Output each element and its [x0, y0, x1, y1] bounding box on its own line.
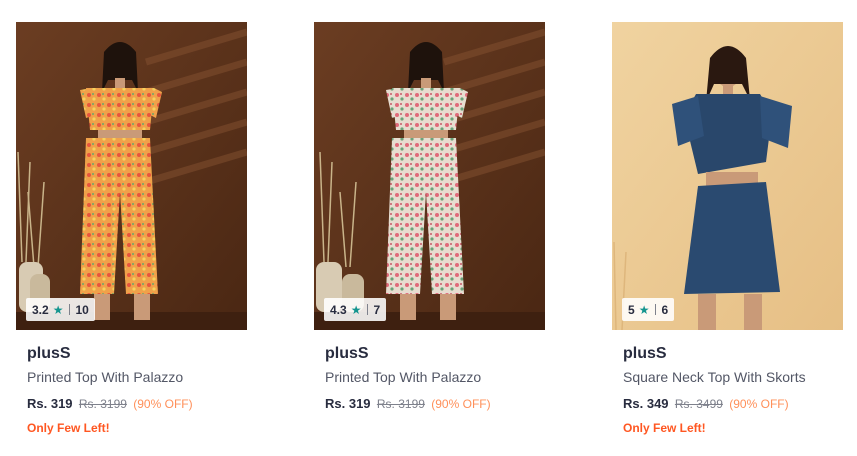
price-current: Rs. 319 — [27, 396, 73, 411]
product-brand[interactable]: plusS — [27, 344, 247, 364]
stock-note: Only Few Left! — [623, 421, 706, 435]
rating-badge: 5 ★ 6 — [622, 298, 675, 321]
price-current: Rs. 349 — [623, 396, 669, 411]
price-mrp: Rs. 3199 — [78, 397, 127, 411]
discount-label: (90% OFF) — [431, 397, 491, 411]
price-mrp: Rs. 3199 — [376, 397, 425, 411]
stock-note: Only Few Left! — [27, 421, 110, 435]
product-image[interactable]: 3.2 ★ 10 — [16, 22, 247, 330]
rating-value: 3.2 — [32, 302, 49, 317]
product-brand[interactable]: plusS — [623, 344, 843, 364]
product-image[interactable]: 4.3 ★ 7 — [314, 22, 545, 330]
rating-badge: 4.3 ★ 7 — [324, 298, 387, 321]
star-icon: ★ — [638, 302, 650, 317]
product-card[interactable]: 5 ★ 6 plusS Square Neck Top With Skorts … — [612, 22, 843, 436]
product-brand[interactable]: plusS — [325, 344, 545, 364]
product-photo — [314, 22, 545, 330]
rating-value: 4.3 — [330, 302, 347, 317]
product-image[interactable]: 5 ★ 6 — [612, 22, 843, 330]
price-row: Rs. 319 Rs. 3199 (90% OFF) — [325, 396, 545, 412]
product-photo — [612, 22, 843, 330]
divider — [69, 304, 71, 315]
star-icon: ★ — [350, 302, 362, 317]
price-row: Rs. 349 Rs. 3499 (90% OFF) — [623, 396, 843, 412]
price-row: Rs. 319 Rs. 3199 (90% OFF) — [27, 396, 247, 412]
discount-label: (90% OFF) — [133, 397, 193, 411]
product-photo — [16, 22, 247, 330]
divider — [655, 304, 657, 315]
rating-value: 5 — [628, 302, 635, 317]
discount-label: (90% OFF) — [729, 397, 789, 411]
price-current: Rs. 319 — [325, 396, 371, 411]
rating-count: 7 — [373, 302, 381, 317]
star-icon: ★ — [52, 302, 64, 317]
rating-count: 6 — [661, 302, 669, 317]
product-name[interactable]: Printed Top With Palazzo — [27, 368, 247, 386]
price-mrp: Rs. 3499 — [674, 397, 723, 411]
product-name[interactable]: Square Neck Top With Skorts — [623, 368, 843, 386]
product-card[interactable]: 4.3 ★ 7 plusS Printed Top With Palazzo R… — [314, 22, 545, 421]
product-card[interactable]: 3.2 ★ 10 plusS Printed Top With Palazzo … — [16, 22, 247, 436]
divider — [367, 304, 369, 315]
rating-badge: 3.2 ★ 10 — [26, 298, 95, 321]
product-name[interactable]: Printed Top With Palazzo — [325, 368, 545, 386]
rating-count: 10 — [75, 302, 89, 317]
